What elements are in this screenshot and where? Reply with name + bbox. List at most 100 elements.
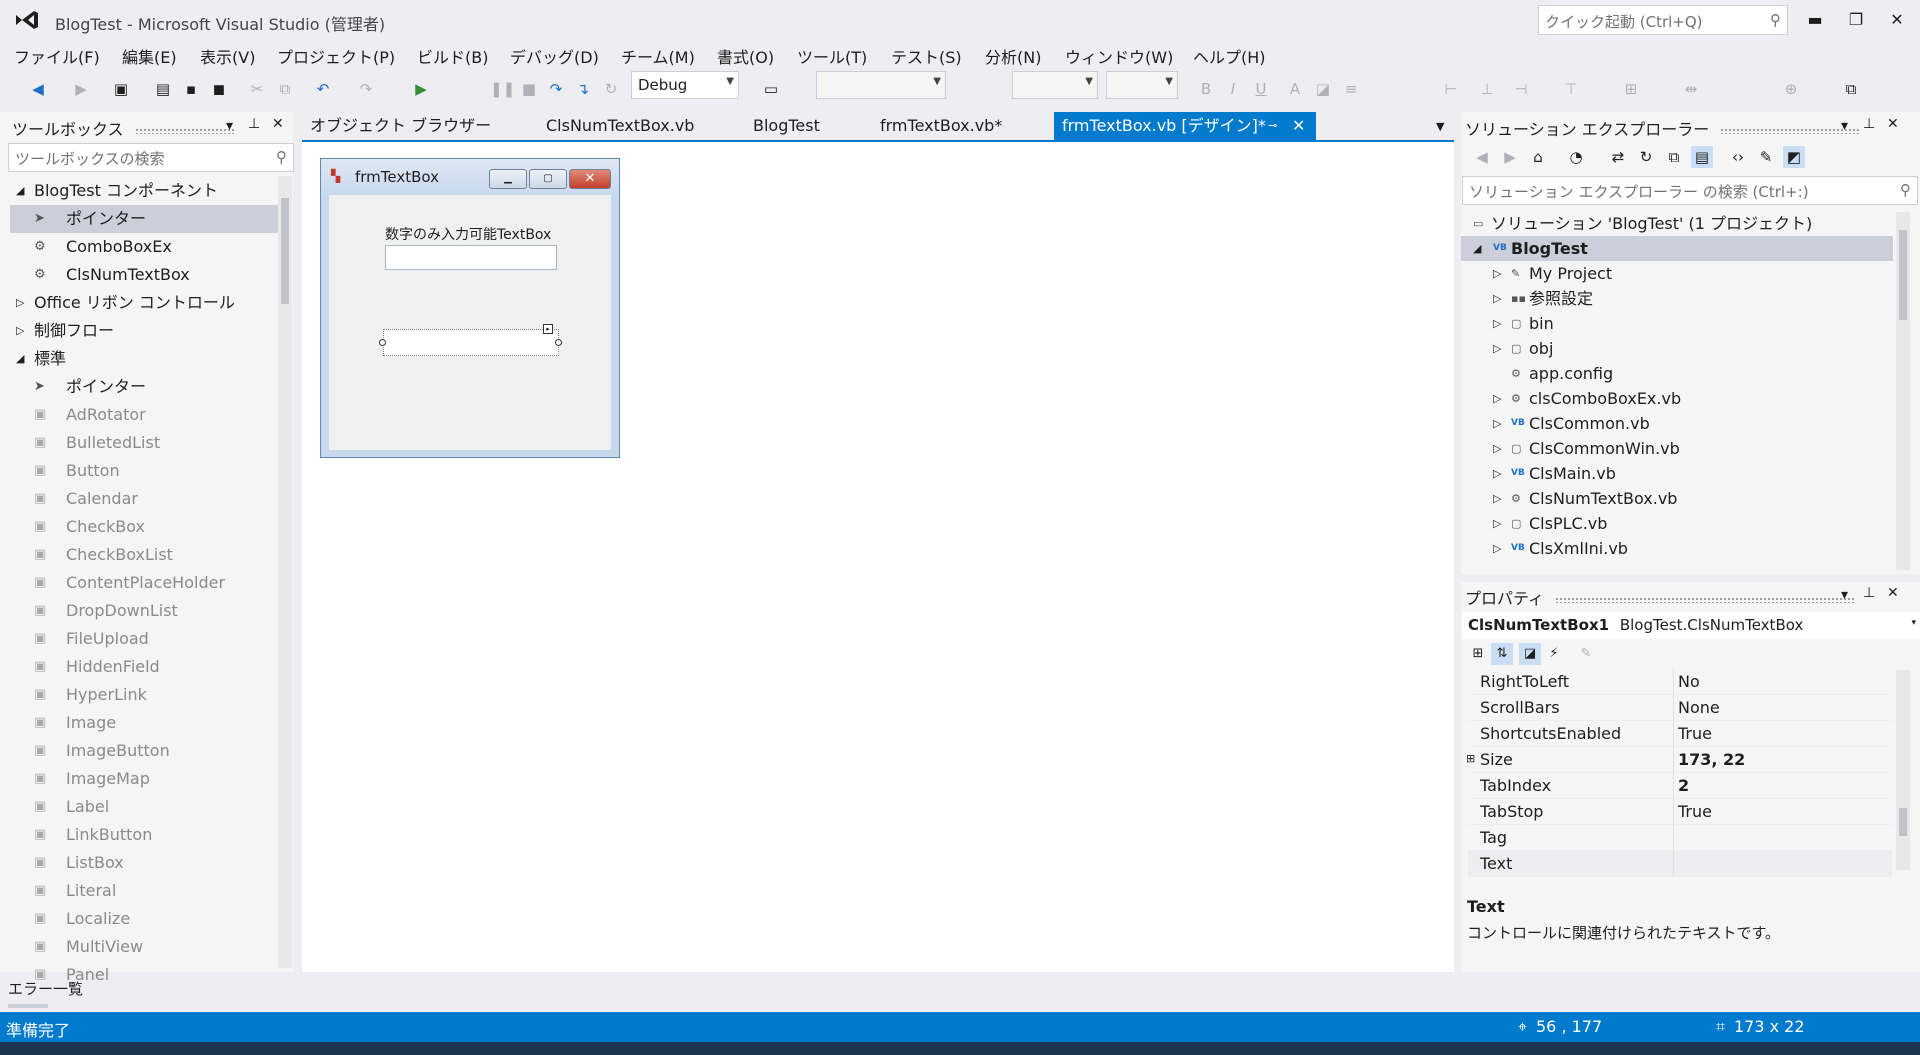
sync-icon[interactable]: ⇄ (1607, 146, 1629, 168)
scrollbar-thumb[interactable] (1899, 808, 1907, 836)
menu-tools[interactable]: ツール(T) (797, 44, 867, 68)
solution-tree-item[interactable]: ▷ ▪▪ 参照設定 (1461, 286, 1893, 311)
center-icon[interactable]: ⊕ (1780, 78, 1802, 100)
toolbox-item[interactable]: ▣ Literal (10, 877, 284, 905)
redo-icon[interactable]: ↷ (355, 78, 377, 100)
solution-config-dropdown[interactable]: Debug ▼ (631, 71, 739, 99)
solution-search-input[interactable]: ソリューション エクスプローラー の検索 (Ctrl+:) ⚲ (1462, 176, 1918, 205)
property-row[interactable]: Text (1468, 851, 1892, 877)
dropdown-icon[interactable]: ▾ (226, 118, 233, 134)
fill-color-icon[interactable]: ◪ (1312, 78, 1334, 100)
copy-icon[interactable]: ⧉ (274, 78, 296, 100)
menu-debug[interactable]: デバッグ(D) (510, 44, 599, 68)
solution-tree-item[interactable]: ▷ ⚙ clsComboBoxEx.vb (1461, 386, 1893, 411)
toolbox-item[interactable]: ▣ LinkButton (10, 821, 284, 849)
collapsed-triangle-icon[interactable]: ▷ (1493, 311, 1501, 336)
toolbox-scrollbar[interactable] (278, 176, 292, 968)
toolbox-category[interactable]: ◢ BlogTest コンポーネント (10, 177, 284, 205)
tab-document[interactable]: オブジェクト ブラウザー (302, 112, 499, 142)
collapsed-triangle-icon[interactable]: ▷ (1493, 336, 1501, 361)
menu-view[interactable]: 表示(V) (200, 44, 255, 68)
property-value[interactable]: 173, 22 (1678, 750, 1745, 769)
collapsed-triangle-icon[interactable]: ▷ (1493, 411, 1501, 436)
form-textbox-selected[interactable] (383, 329, 559, 356)
toolbox-item[interactable]: ▣ Button (10, 457, 284, 485)
toolbox-category[interactable]: ▷ Office リボン コントロール (10, 289, 284, 317)
underline-icon[interactable]: U (1250, 78, 1272, 100)
close-icon[interactable]: ✕ (1887, 585, 1899, 601)
scrollbar-thumb[interactable] (281, 198, 289, 304)
tab-document[interactable]: BlogTest (745, 112, 828, 142)
dropdown-icon[interactable]: ▾ (1841, 118, 1848, 134)
property-value[interactable]: No (1678, 672, 1700, 691)
toolbox-item[interactable]: ▣ ContentPlaceHolder (10, 569, 284, 597)
properties-scrollbar[interactable] (1896, 670, 1910, 870)
pause-icon[interactable]: ❚❚ (490, 78, 515, 100)
pending-changes-icon[interactable]: ◔ (1565, 146, 1587, 168)
pin-icon[interactable]: ⊸ (1268, 112, 1277, 140)
bring-front-icon[interactable]: ⧉ (1840, 78, 1862, 100)
dropdown-icon[interactable]: ▾ (1841, 587, 1848, 603)
toolbox-category[interactable]: ◢ 標準 (10, 345, 284, 373)
expanded-triangle-icon[interactable]: ◢ (16, 345, 24, 373)
property-value[interactable]: True (1678, 802, 1712, 821)
smart-tag-icon[interactable]: ▸ (543, 324, 553, 334)
solution-scrollbar[interactable] (1896, 212, 1910, 570)
form-frmTextBox[interactable]: ▚ frmTextBox ▁ ▢ ✕ 数字のみ入力可能TextBox ▸ (320, 158, 620, 458)
toolbox-item[interactable]: ▣ DropDownList (10, 597, 284, 625)
categorized-icon[interactable]: ⊞ (1467, 643, 1489, 665)
collapsed-triangle-icon[interactable]: ▷ (1493, 461, 1501, 486)
toolbox-item[interactable]: ▣ BulletedList (10, 429, 284, 457)
toolbox-item[interactable]: ▣ Label (10, 793, 284, 821)
align-center-icon[interactable]: ⊥ (1476, 78, 1498, 100)
undo-icon[interactable]: ↶ (312, 78, 334, 100)
close-button[interactable]: ✕ (1877, 6, 1917, 34)
menu-project[interactable]: プロジェクト(P) (277, 44, 395, 68)
menu-window[interactable]: ウィンドウ(W) (1065, 44, 1173, 68)
solution-tree-item[interactable]: ▷ ▢ obj (1461, 336, 1893, 361)
tab-overflow-icon[interactable]: ▼ (1436, 120, 1444, 133)
solution-tree-item[interactable]: ▷ VB ClsMain.vb (1461, 461, 1893, 486)
save-icon[interactable]: ▪ (180, 78, 202, 100)
error-list-tab[interactable]: エラー一覧 (8, 978, 83, 999)
spacing-icon[interactable]: ⇹ (1680, 78, 1702, 100)
bold-icon[interactable]: B (1195, 78, 1217, 100)
view-designer-icon[interactable]: ◩ (1783, 146, 1805, 168)
target-dropdown[interactable]: ▼ (816, 71, 946, 99)
expand-plus-icon[interactable]: ⊞ (1466, 752, 1475, 765)
new-project-icon[interactable]: ▣ (110, 78, 132, 100)
align-left-icon[interactable]: ⊢ (1440, 78, 1462, 100)
tab-document[interactable]: frmTextBox.vb* (872, 112, 1010, 142)
toolbox-item[interactable]: ▣ FileUpload (10, 625, 284, 653)
show-all-files-icon[interactable]: ▤ (1691, 146, 1713, 168)
restart-icon[interactable]: ↻ (600, 78, 622, 100)
properties-view-icon[interactable]: ◪ (1519, 643, 1541, 665)
step-into-icon[interactable]: ↴ (572, 78, 594, 100)
solution-tree-item[interactable]: ▷ VB ClsXmlIni.vb (1461, 536, 1893, 561)
toolbox-item[interactable]: ▣ ImageMap (10, 765, 284, 793)
property-row[interactable]: ⊞ Size 173, 22 (1466, 747, 1892, 773)
property-row[interactable]: ScrollBars None (1468, 695, 1892, 721)
home-icon[interactable]: ⌂ (1527, 146, 1549, 168)
forward-icon[interactable]: ▶ (1499, 146, 1521, 168)
back-icon[interactable]: ◀ (1471, 146, 1493, 168)
toolbox-category[interactable]: ▷ 制御フロー (10, 317, 284, 345)
collapsed-triangle-icon[interactable]: ▷ (16, 289, 24, 317)
toolbox-item[interactable]: ▣ ImageButton (10, 737, 284, 765)
property-pages-icon[interactable]: ✎ (1575, 643, 1597, 665)
collapsed-triangle-icon[interactable]: ▷ (1493, 261, 1501, 286)
toolbox-item[interactable]: ⚙ ComboBoxEx (10, 233, 284, 261)
property-value[interactable]: True (1678, 724, 1712, 743)
form-client-area[interactable]: 数字のみ入力可能TextBox ▸ (329, 195, 611, 450)
events-icon[interactable]: ⚡ (1543, 643, 1565, 665)
solution-tree-item[interactable]: ▷ VB ClsCommon.vb (1461, 411, 1893, 436)
font-color-icon[interactable]: A (1284, 78, 1306, 100)
toolbox-item[interactable]: ⚙ ClsNumTextBox (10, 261, 284, 289)
toolbox-item[interactable]: ▣ ListBox (10, 849, 284, 877)
start-icon[interactable]: ▶ (410, 78, 432, 100)
forward-icon[interactable]: ▶ (70, 78, 92, 100)
toolbox-item[interactable]: ▣ CheckBoxList (10, 541, 284, 569)
view-code-icon[interactable]: ‹› (1727, 146, 1749, 168)
solution-tree-item[interactable]: ◢ VB BlogTest (1461, 236, 1893, 261)
step-over-icon[interactable]: ↷ (545, 78, 567, 100)
